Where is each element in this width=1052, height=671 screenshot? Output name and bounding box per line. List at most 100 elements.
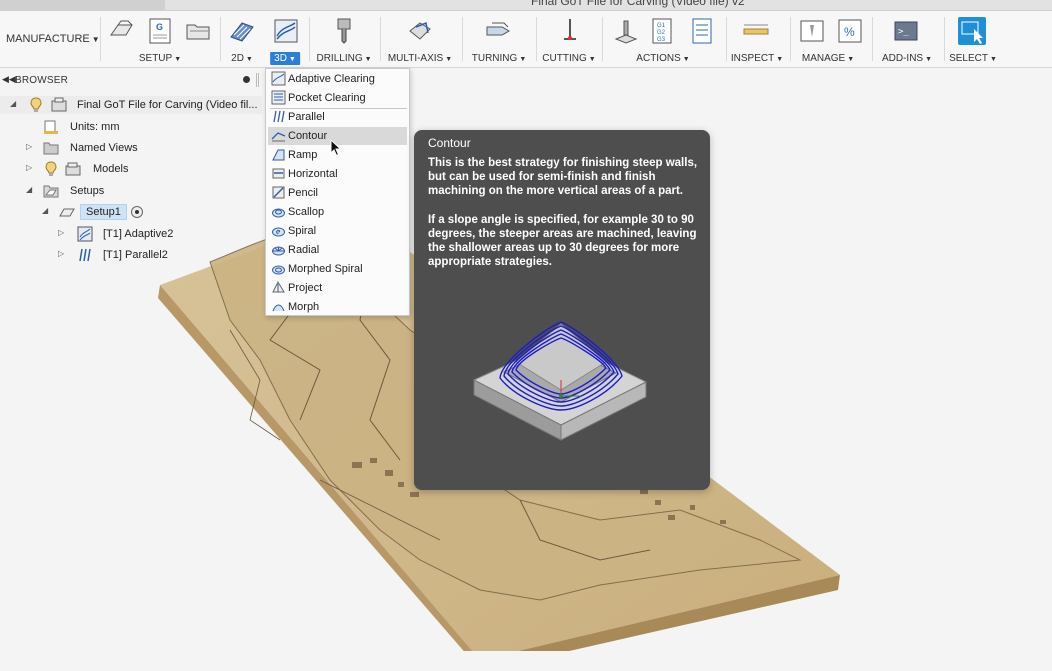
menu-item-radial[interactable]: Radial — [268, 241, 407, 259]
menu-item-pencil[interactable]: Pencil — [268, 184, 407, 202]
post-library-icon[interactable]: % — [836, 17, 864, 45]
parallel-toolpath-icon — [76, 246, 94, 264]
visibility-bulb-icon[interactable] — [45, 161, 57, 177]
toolbar-divider — [309, 17, 310, 61]
select-icon[interactable] — [958, 17, 986, 45]
menu-item-horizontal[interactable]: Horizontal — [268, 165, 407, 183]
toolbar-group-label: SELECT — [949, 53, 988, 64]
collapse-icon[interactable]: ◀◀ — [2, 74, 16, 85]
cutting-icon[interactable] — [556, 17, 584, 45]
simulate-icon[interactable] — [612, 17, 640, 45]
expand-icon[interactable]: ◢ — [26, 185, 32, 194]
tree-item-label: [T1] Parallel2 — [103, 249, 168, 261]
toolbar-group-label: CUTTING — [542, 53, 587, 64]
toolbar-group-add-ins[interactable]: ADD-INS ▼ — [882, 53, 932, 64]
tree-item-adaptive2[interactable]: ▷ [T1] Adaptive2 — [0, 225, 262, 243]
active-setup-icon[interactable] — [131, 206, 143, 218]
menu-item-label: Project — [288, 282, 323, 294]
parallel-icon — [271, 109, 286, 124]
tree-item-label: Setups — [70, 185, 105, 197]
expand-icon[interactable]: ▷ — [26, 142, 32, 151]
3d-dropdown-menu: Adaptive Clearing Pocket Clearing Parall… — [265, 68, 410, 316]
menu-item-scallop[interactable]: Scallop — [268, 203, 407, 221]
tree-item-models[interactable]: ▷ Models — [0, 160, 262, 178]
chevron-down-icon: ▼ — [445, 56, 453, 63]
toolbar-group-multi-axis[interactable]: MULTI-AXIS ▼ — [388, 53, 452, 64]
menu-item-label: Adaptive Clearing — [288, 73, 375, 85]
expand-icon[interactable]: ▷ — [26, 163, 32, 172]
chevron-down-icon: ▼ — [91, 35, 100, 44]
morph-icon — [271, 299, 286, 314]
chevron-down-icon: ▼ — [288, 56, 296, 63]
tree-item-units[interactable]: Units: mm — [0, 118, 262, 136]
expand-icon[interactable]: ◢ — [42, 206, 48, 215]
menu-item-parallel[interactable]: Parallel — [268, 108, 407, 126]
multi-axis-icon[interactable] — [406, 17, 434, 45]
toolbar-group-3d[interactable]: 3D ▼ — [270, 52, 300, 65]
toolbar-divider — [872, 17, 873, 61]
toolbar-group-cutting[interactable]: CUTTING ▼ — [542, 53, 595, 64]
folder-icon[interactable] — [184, 17, 212, 45]
turning-icon[interactable] — [484, 17, 512, 45]
3d-toolpath-icon[interactable] — [272, 17, 300, 45]
menu-item-label: Morph — [288, 301, 320, 313]
chevron-down-icon: ▼ — [847, 56, 855, 63]
radial-icon — [271, 242, 286, 257]
post-process-icon[interactable]: G1 G2 G3 — [648, 17, 676, 45]
toolbar-group-drilling[interactable]: DRILLING ▼ — [316, 53, 371, 64]
tool-library-icon[interactable] — [798, 17, 826, 45]
menu-item-label: Parallel — [288, 111, 325, 123]
menu-item-spiral[interactable]: Spiral — [268, 222, 407, 240]
menu-item-label: Scallop — [288, 206, 325, 218]
tree-item-document[interactable]: ◢ Final GoT File for Carving (Video fil.… — [0, 96, 262, 114]
toolbar-divider — [726, 17, 727, 61]
setup-sheet-icon[interactable] — [688, 17, 716, 45]
scallop-icon — [271, 204, 286, 219]
toolbar-group-label: ACTIONS — [636, 53, 681, 64]
browser-options-icon[interactable] — [243, 76, 250, 83]
menu-item-adaptive-clearing[interactable]: Adaptive Clearing — [268, 70, 407, 88]
toolbar-group-actions[interactable]: ACTIONS ▼ — [636, 53, 689, 64]
toolbar-group-inspect[interactable]: INSPECT ▼ — [731, 53, 783, 64]
expand-icon[interactable]: ◢ — [10, 99, 16, 108]
tree-item-parallel2[interactable]: ▷ [T1] Parallel2 — [0, 246, 262, 264]
expand-icon[interactable]: ▷ — [58, 249, 64, 258]
2d-toolpath-icon[interactable] — [228, 17, 256, 45]
toolbar-group-label: ADD-INS — [881, 53, 924, 64]
status-bar — [0, 651, 1052, 671]
toolbar-group-manage[interactable]: MANAGE ▼ — [802, 53, 854, 64]
nc-program-icon[interactable]: G — [146, 17, 174, 45]
toolbar-group-label: 3D — [274, 53, 287, 64]
toolbar-group-2d[interactable]: 2D ▼ — [231, 53, 253, 64]
toolbar-group-select[interactable]: SELECT ▼ — [949, 53, 997, 64]
visibility-bulb-icon[interactable] — [30, 97, 42, 113]
units-icon — [42, 118, 60, 136]
toolbar-group-turning[interactable]: TURNING ▼ — [472, 53, 527, 64]
scripts-icon[interactable]: >_ — [892, 17, 920, 45]
menu-item-morph[interactable]: Morph — [268, 298, 407, 316]
tooltip-title: Contour — [428, 136, 471, 150]
folder-icon — [42, 139, 60, 157]
new-setup-icon[interactable] — [108, 17, 136, 45]
models-folder-icon — [64, 160, 82, 178]
measure-icon[interactable] — [742, 17, 770, 45]
menu-item-label: Radial — [288, 244, 320, 256]
toolbar-group-label: SETUP — [138, 53, 173, 64]
contour-tooltip: Contour This is the best strategy for fi… — [414, 130, 710, 490]
toolbar-divider — [462, 17, 463, 61]
menu-item-project[interactable]: Project — [268, 279, 407, 297]
tree-item-setups[interactable]: ◢ Setups — [0, 182, 262, 200]
tree-item-setup1[interactable]: ◢ Setup1 — [0, 203, 262, 221]
setup-icon — [58, 203, 76, 221]
workspace-dropdown[interactable]: MANUFACTURE ▼ — [6, 33, 100, 45]
toolbar-group-label: TURNING — [471, 53, 518, 64]
menu-item-morphed-spiral[interactable]: Morphed Spiral — [268, 260, 407, 278]
expand-icon[interactable]: ▷ — [58, 228, 64, 237]
menu-item-pocket-clearing[interactable]: Pocket Clearing — [268, 89, 407, 107]
drill-icon[interactable] — [330, 17, 358, 45]
toolbar-group-setup[interactable]: SETUP ▼ — [139, 53, 181, 64]
chevron-down-icon: ▼ — [776, 56, 784, 63]
tree-item-named-views[interactable]: ▷ Named Views — [0, 139, 262, 157]
panel-grip-icon[interactable] — [256, 73, 259, 87]
setups-folder-icon — [42, 182, 60, 200]
